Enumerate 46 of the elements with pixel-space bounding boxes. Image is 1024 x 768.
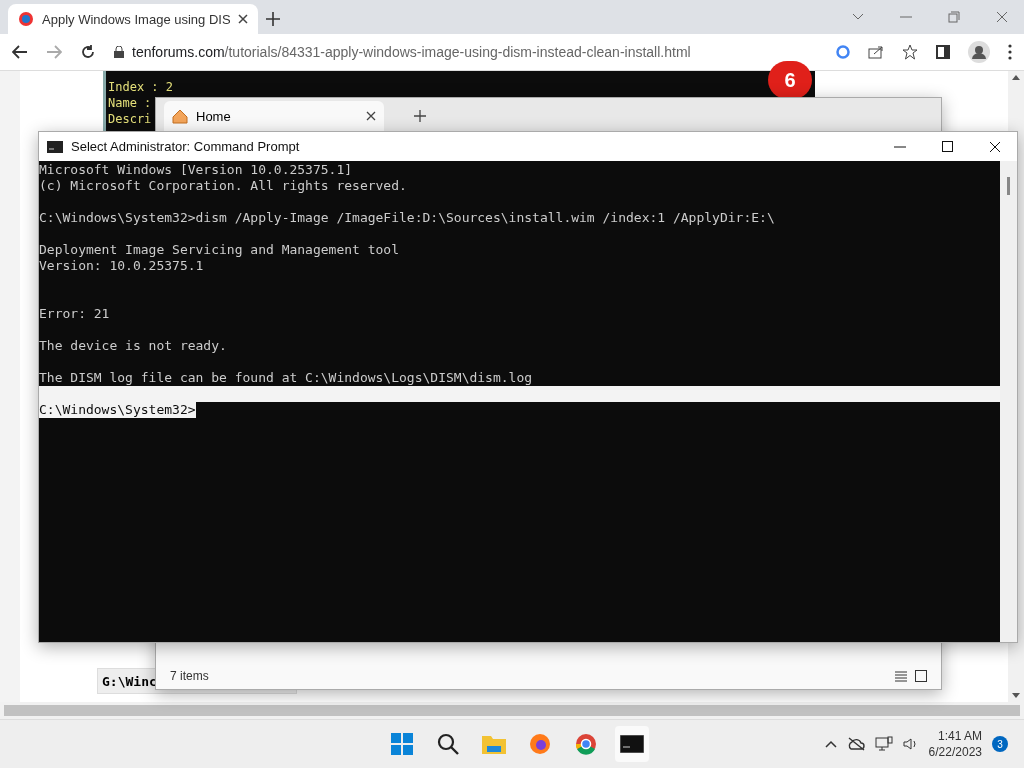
details-view-icon[interactable] [895, 670, 907, 682]
close-icon[interactable] [366, 111, 376, 121]
maximize-icon[interactable] [942, 141, 953, 152]
close-icon[interactable] [238, 14, 248, 24]
back-icon[interactable] [12, 45, 28, 59]
cloud-icon[interactable] [846, 737, 865, 751]
console-line: The device is not ready. [39, 338, 227, 354]
console-line: The DISM log file can be found at C:\Windows\Logs\DISM\dism.log [39, 370, 533, 386]
window-title: Select Administrator: Command Prompt [71, 139, 300, 154]
chevron-up-icon[interactable] [824, 740, 837, 748]
explorer-tab[interactable]: Home [164, 101, 384, 131]
console-icon [47, 140, 63, 153]
menu-icon[interactable] [1008, 44, 1012, 60]
clock-date[interactable]: 6/22/2023 [928, 745, 982, 759]
console-line: (c) Microsoft Corporation. All rights reserved. [39, 178, 407, 194]
site-logo-icon [18, 11, 34, 27]
console-line: Version: 10.0.25375.1 [39, 258, 204, 274]
share-icon[interactable] [868, 45, 884, 59]
minimize-icon[interactable] [894, 145, 906, 148]
lock-icon [114, 46, 124, 58]
tiles-view-icon[interactable] [915, 670, 927, 682]
reload-icon[interactable] [80, 44, 96, 60]
volume-icon[interactable] [902, 737, 919, 751]
notification-count[interactable]: 3 [992, 736, 1008, 752]
new-tab-icon[interactable] [266, 12, 280, 26]
terminal-icon[interactable] [615, 726, 649, 762]
console-scrollbar[interactable] [1000, 161, 1017, 642]
console-line: C:\Windows\System32>dism /Apply-Image /ImageFile:D:\Sources\install.wim /index:1 /ApplyDir:E:\ [39, 210, 775, 226]
star-icon[interactable] [902, 44, 918, 60]
close-icon[interactable] [989, 140, 1001, 153]
profile-icon[interactable] [968, 41, 990, 63]
side-panel-icon[interactable] [936, 45, 950, 59]
console-line: Error: 21 [39, 306, 110, 322]
console-line: Microsoft Windows [Version 10.0.25375.1] [39, 162, 353, 178]
scroll-up-icon[interactable] [1012, 75, 1020, 80]
restore-icon[interactable] [948, 11, 960, 23]
browser-tab[interactable]: Apply Windows Image using DIS [8, 4, 258, 34]
item-count: 7 items [170, 669, 210, 683]
console-line: Deployment Image Servicing and Management tool [39, 242, 400, 258]
home-icon [172, 108, 188, 124]
new-tab-icon[interactable] [414, 110, 426, 122]
clock-time[interactable]: 1:41 AM [937, 729, 982, 743]
google-icon[interactable] [836, 45, 850, 59]
scroll-down-icon[interactable] [1012, 693, 1020, 698]
network-icon[interactable] [874, 736, 893, 752]
chevron-down-icon[interactable] [852, 13, 864, 21]
